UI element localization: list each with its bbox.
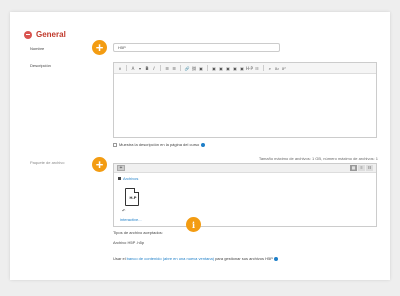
media-icon[interactable]: ▣	[218, 66, 224, 71]
list-view-button[interactable]: ≡	[358, 165, 365, 171]
file-path[interactable]: Archivos	[118, 176, 138, 181]
path-label: Archivos	[123, 176, 139, 181]
content-bank-link[interactable]: banco de contenido (abre en una nueva ve…	[127, 256, 214, 261]
table-icon[interactable]: ⌕	[267, 66, 273, 71]
name-field[interactable]	[113, 43, 280, 52]
editor-toolbar: ∨ A ▾ B I ☰ ☰ 🔗 ⛓ ▣ ▣ ▣ ▣ ▣ ▣ H-P ☷ ⌕ x₂…	[114, 63, 376, 74]
numbered-list-icon[interactable]: ☰	[171, 66, 177, 71]
folder-icon	[118, 177, 121, 180]
info-callout-icon: i	[186, 217, 201, 232]
help-icon[interactable]	[201, 142, 206, 147]
max-size-text: Tamaño máximo de archivos: 1 GB, número …	[258, 156, 378, 161]
accepted-types-value: Archivo H5P .h5p	[113, 240, 145, 245]
italic-icon[interactable]: I	[151, 66, 157, 71]
link-icon[interactable]: 🔗	[184, 66, 190, 71]
name-label: Nombre	[30, 46, 45, 51]
expand-toolbar-icon[interactable]: ∨	[117, 66, 123, 71]
image-icon[interactable]: ▣	[211, 66, 217, 71]
description-label: Descripción	[30, 63, 51, 68]
help-icon[interactable]	[273, 256, 278, 261]
subscript-icon[interactable]: x²	[281, 66, 287, 71]
font-size-icon[interactable]: A	[130, 66, 136, 71]
emoji-icon[interactable]: ▣	[198, 66, 204, 71]
tree-view-button[interactable]: ☷	[366, 165, 373, 171]
collapse-icon[interactable]	[24, 30, 32, 39]
show-description-label: Muestra la descripción en la página del …	[119, 142, 200, 147]
section-title: General	[36, 30, 66, 39]
file-picker-toolbar: + ▦ ≡ ☷	[114, 164, 376, 173]
package-label: Paquete de archivo	[30, 160, 65, 165]
unlink-icon[interactable]: ⛓	[191, 66, 197, 71]
view-switcher: ▦ ≡ ☷	[350, 165, 373, 171]
h5p-badge: H-P	[129, 195, 137, 200]
icon-view-button[interactable]: ▦	[350, 165, 357, 171]
file-name[interactable]: interactive...	[120, 217, 142, 222]
accepted-types-title: Tipos de archivo aceptados:	[113, 230, 163, 235]
show-description-checkbox[interactable]	[113, 142, 117, 147]
dropdown-icon[interactable]: ▾	[137, 66, 143, 71]
accessibility-icon[interactable]: H-P	[246, 66, 253, 71]
content-bank-note: Usar el banco de contenido (abre en una …	[113, 256, 278, 261]
record-video-icon[interactable]: ▣	[232, 66, 238, 71]
bullet-list-icon[interactable]: ☰	[164, 66, 170, 71]
h5p-file-icon: H-P	[125, 188, 139, 206]
section-general-header[interactable]: General	[24, 30, 66, 39]
description-editor[interactable]: ∨ A ▾ B I ☰ ☰ 🔗 ⛓ ▣ ▣ ▣ ▣ ▣ ▣ H-P ☷ ⌕ x₂…	[113, 62, 377, 138]
plus-callout-icon: +	[92, 40, 107, 55]
file-picker[interactable]: + ▦ ≡ ☷ Archivos H-P ↶ interactive...	[113, 163, 377, 227]
manage-files-icon[interactable]: ▣	[239, 66, 245, 71]
plus-callout-icon: +	[92, 157, 107, 172]
bold-icon[interactable]: B	[144, 66, 150, 71]
show-description-row[interactable]: Muestra la descripción en la página del …	[113, 142, 206, 147]
undo-arrow-icon: ↶	[122, 208, 126, 213]
search-icon[interactable]: x₂	[274, 66, 280, 71]
record-audio-icon[interactable]: ▣	[225, 66, 231, 71]
file-thumbnail[interactable]: H-P ↶	[122, 186, 142, 213]
add-file-button[interactable]: +	[117, 165, 125, 171]
h5p-icon[interactable]: ☷	[254, 66, 260, 71]
